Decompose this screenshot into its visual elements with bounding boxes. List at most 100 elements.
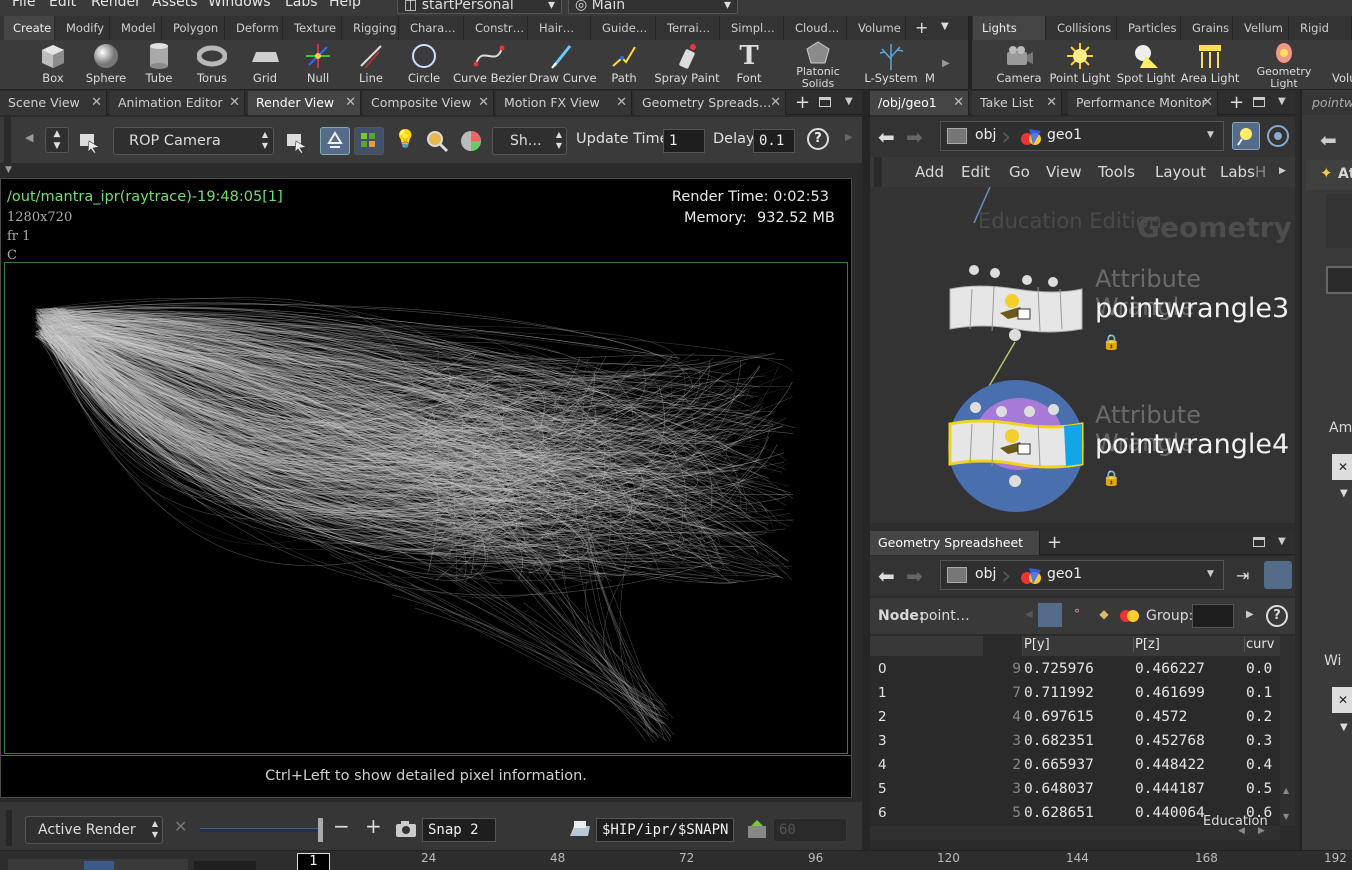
points-filter-icon[interactable]: [1038, 603, 1062, 627]
render-viewport[interactable]: /out/mantra_ipr(raytrace)-19:48:05[1] 12…: [0, 178, 852, 798]
tool-l-system[interactable]: L-System: [862, 40, 920, 90]
auto-update-toggle[interactable]: [320, 127, 350, 155]
tab-motion-fx-view[interactable]: Motion FX View ✕: [496, 91, 632, 115]
shelf-menu-icon[interactable]: ▼: [941, 21, 949, 32]
snapshot-path-field[interactable]: $HIP/ipr/$SNAPN: [596, 818, 734, 842]
tool-line[interactable]: Line: [346, 40, 396, 90]
tool-area-light[interactable]: Area Light: [1180, 40, 1240, 90]
tool-null[interactable]: Null: [293, 40, 343, 90]
back-icon[interactable]: ⬅: [878, 564, 895, 588]
tool-point-light[interactable]: Point Light: [1049, 40, 1111, 90]
add-shelf-tab-icon[interactable]: +: [915, 18, 928, 37]
shelf-tab-terrain[interactable]: Terrai…: [658, 16, 720, 40]
shelf-tab-particles[interactable]: Particles: [1119, 16, 1181, 40]
pin-icon[interactable]: [1232, 122, 1260, 150]
shelf-tab-guide[interactable]: Guide…: [593, 16, 656, 40]
tool-spray-paint[interactable]: Spray Paint: [652, 40, 722, 90]
tool-geometry-light[interactable]: Geometry Light: [1251, 40, 1317, 90]
shelf-tab-polygon[interactable]: Polygon: [164, 16, 225, 40]
menu-view[interactable]: View: [1046, 163, 1082, 181]
maximize-icon[interactable]: [1253, 97, 1265, 107]
table-row[interactable]: 5 3 0.648037 0.444187 0.5: [870, 778, 1280, 802]
chevron-down-icon[interactable]: ▼: [1207, 130, 1214, 140]
camera-select[interactable]: ROP Camera ▲ ▼: [113, 127, 274, 155]
column-pz[interactable]: P[z]: [1135, 637, 1245, 652]
menu-file[interactable]: File: [12, 0, 35, 10]
column-px[interactable]: [983, 636, 1023, 656]
node-output[interactable]: [1009, 475, 1021, 487]
link-icon[interactable]: [1266, 124, 1290, 151]
add-tab-icon[interactable]: +: [1047, 532, 1062, 553]
menu-labs[interactable]: Labs: [1220, 163, 1255, 181]
lock-icon[interactable]: 🔒: [1102, 469, 1121, 487]
tab-performance-monitor[interactable]: Performance Monitor ✕: [1068, 91, 1218, 115]
tool-sphere[interactable]: Sphere: [81, 40, 131, 90]
node-name-label[interactable]: pointwrangle3: [1095, 293, 1289, 324]
tool-tube[interactable]: Tube: [134, 40, 184, 90]
pane-menu-icon[interactable]: ▼: [845, 96, 853, 107]
close-icon[interactable]: ✕: [345, 91, 356, 115]
save-image-icon[interactable]: [568, 818, 592, 843]
forward-icon[interactable]: ➡: [906, 125, 923, 149]
table-row[interactable]: 0 9 0.725976 0.466227 0.0: [870, 658, 1280, 682]
pick-render-node-icon[interactable]: [286, 131, 308, 156]
toolbar-handle[interactable]: [4, 117, 11, 163]
node-pointwrangle3[interactable]: [948, 265, 1084, 345]
path-obj[interactable]: obj: [975, 127, 996, 143]
close-icon[interactable]: ✕: [953, 91, 964, 115]
shelf-tab-create[interactable]: Create: [4, 16, 55, 40]
menu-help[interactable]: H: [1255, 163, 1266, 181]
pane-menu-icon[interactable]: ▼: [1278, 536, 1286, 547]
tab-render-view[interactable]: Render View ✕: [248, 91, 361, 115]
node-input[interactable]: [970, 402, 981, 413]
pick-camera-icon[interactable]: [79, 131, 101, 154]
shelf-tab-cloud[interactable]: Cloud…: [786, 16, 847, 40]
snapshot-camera-icon[interactable]: [395, 820, 417, 841]
expand-icon[interactable]: ▼: [1340, 722, 1348, 733]
tab-animation-editor[interactable]: Animation Editor ✕: [110, 91, 245, 115]
add-tab-icon[interactable]: +: [1229, 92, 1244, 113]
shelf-tab-texture[interactable]: Texture: [285, 16, 342, 40]
arrow-left-icon[interactable]: ◀: [1025, 609, 1033, 620]
column-curv[interactable]: curv: [1246, 637, 1280, 652]
help-icon[interactable]: ?: [1266, 605, 1288, 627]
close-icon[interactable]: ✕: [1046, 91, 1057, 115]
shelf-tab-rigging[interactable]: Rigging: [344, 16, 399, 40]
light-bulb-icon[interactable]: 💡: [394, 129, 416, 150]
render-region-toggle[interactable]: [354, 127, 384, 155]
current-frame-marker[interactable]: 1: [297, 853, 330, 870]
tab-obj-geo1[interactable]: /obj/geo1 ✕: [870, 91, 969, 115]
shelf-tab-volume[interactable]: Volume: [849, 16, 906, 40]
close-icon[interactable]: ✕: [229, 91, 240, 115]
shelf-tab-lights[interactable]: Lights an…: [973, 16, 1046, 59]
shelf-tab-model[interactable]: Model: [112, 16, 162, 40]
render-region-icon[interactable]: [746, 818, 768, 843]
delete-snapshot-icon[interactable]: ✕: [174, 817, 187, 836]
table-row[interactable]: 3 3 0.682351 0.452768 0.3: [870, 730, 1280, 754]
node-pointwrangle4[interactable]: [948, 380, 1084, 515]
tool-circle[interactable]: Circle: [399, 40, 449, 90]
pane-splitter[interactable]: [862, 91, 870, 850]
snapshot-slider[interactable]: [200, 828, 322, 832]
collapse-toolbar-icon[interactable]: ▼: [5, 165, 12, 175]
tool-box[interactable]: Box: [28, 40, 78, 90]
detail-filter-icon[interactable]: [1118, 603, 1140, 627]
menu-render[interactable]: Render: [91, 0, 141, 10]
camera-stepper[interactable]: ▲ ▼: [45, 127, 69, 153]
link-icon[interactable]: [1264, 561, 1292, 589]
shelf-tab-constraints[interactable]: Constr…: [466, 16, 528, 40]
play-button[interactable]: [84, 861, 114, 870]
vertical-scrollbar[interactable]: ▲ ▼: [1280, 636, 1295, 826]
toolbar-handle[interactable]: [6, 810, 12, 846]
tab-geometry-spreadsheet[interactable]: Geometry Spreads… ✕: [634, 91, 786, 115]
path-geo1[interactable]: geo1: [1047, 127, 1082, 143]
help-icon[interactable]: ?: [807, 128, 829, 150]
back-icon[interactable]: ⬅: [878, 125, 895, 149]
close-icon[interactable]: ✕: [1202, 91, 1213, 115]
menu-help[interactable]: Help: [329, 0, 361, 10]
menu-assets[interactable]: Assets: [152, 0, 198, 10]
toolbar-handle[interactable]: [874, 157, 882, 187]
arrow-right-icon[interactable]: ▶: [1246, 609, 1254, 620]
close-icon[interactable]: ✕: [91, 91, 102, 115]
chevron-down-icon[interactable]: ▼: [1207, 569, 1214, 579]
